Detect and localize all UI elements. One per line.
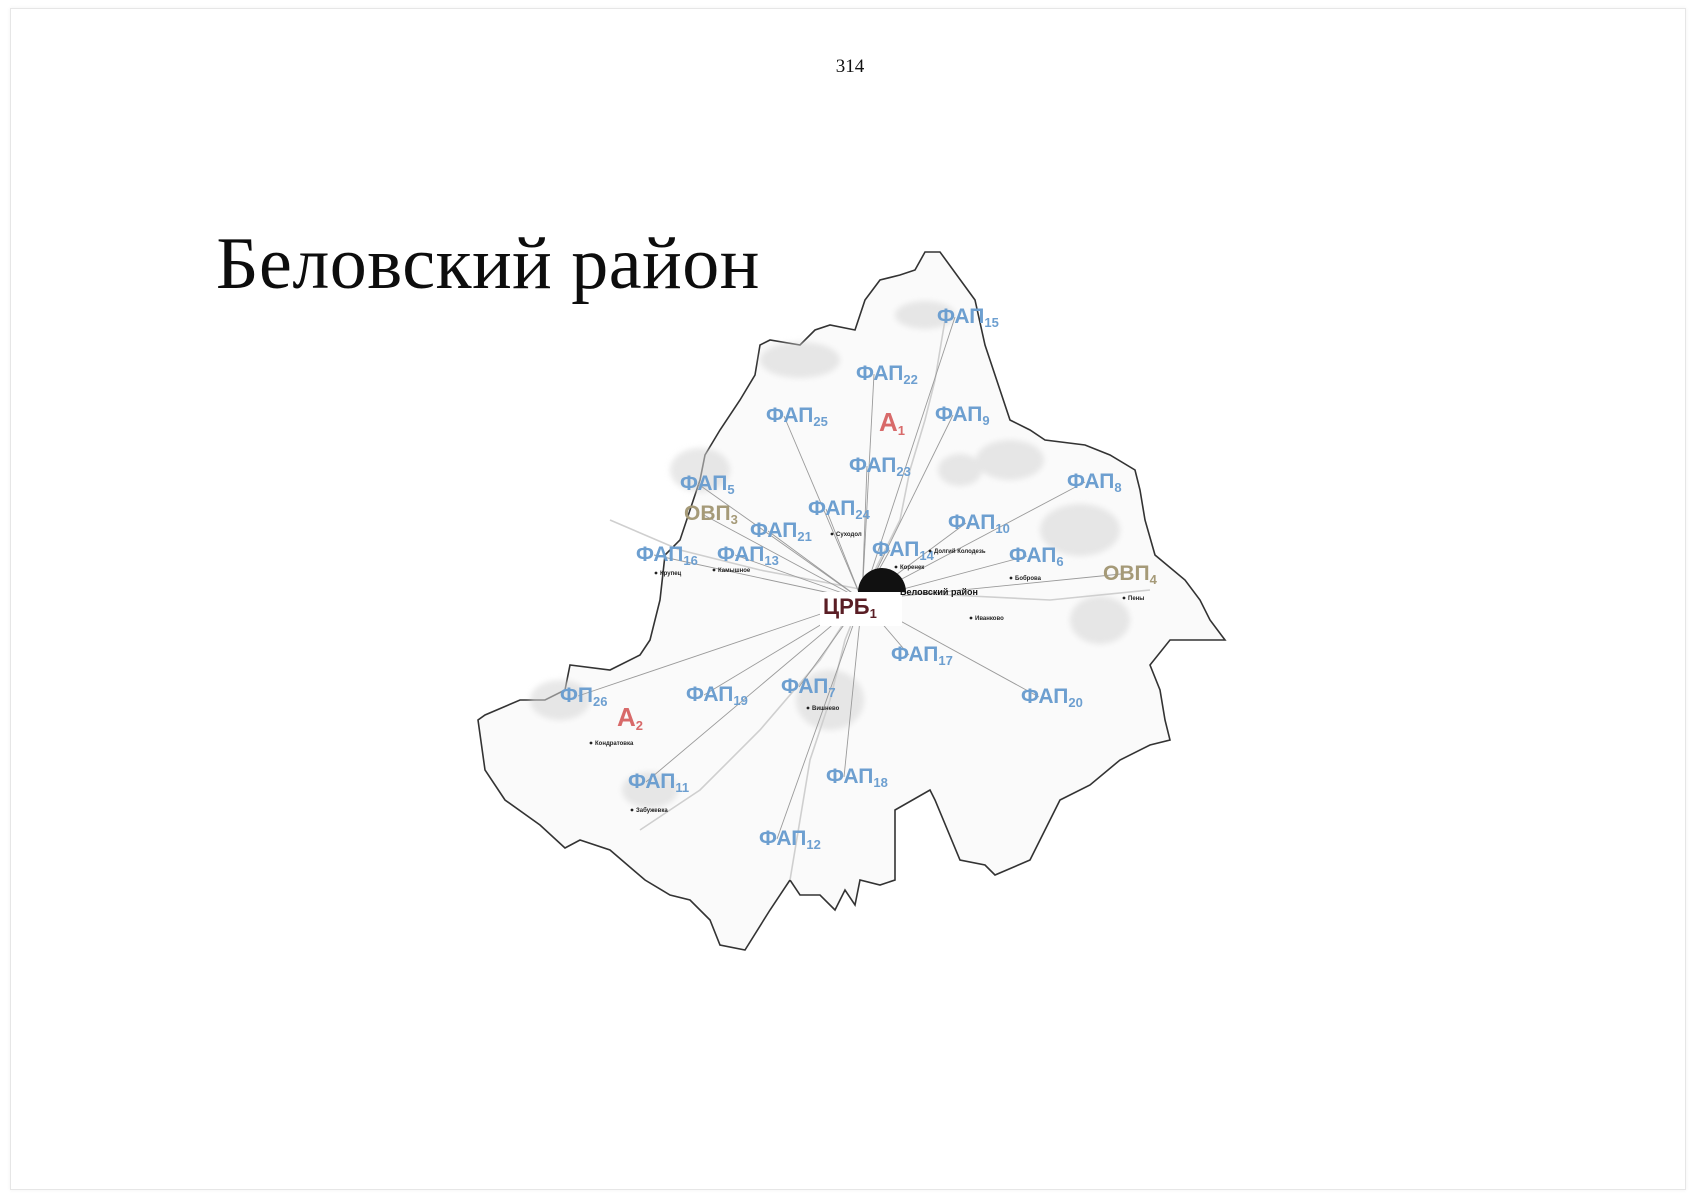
village-dot — [806, 706, 810, 710]
village-label: Забужевка — [636, 807, 668, 814]
village-dot — [589, 741, 593, 745]
facility-ovp-4: ОВП4 — [1103, 562, 1158, 587]
village-dot — [630, 808, 634, 812]
village-label: Крупец — [660, 571, 682, 577]
village-dot — [830, 532, 834, 536]
village-label: Долгий Колодезь — [934, 548, 986, 555]
village-dot — [969, 616, 973, 620]
village-label: Вишнево — [812, 706, 840, 712]
hub-label: ЦРБ1 — [823, 594, 877, 621]
facility-fap-7: ФАП7 — [781, 675, 836, 700]
village-dot — [1122, 596, 1126, 600]
facility-fap-9: ФАП9 — [935, 403, 990, 428]
village-label: Суходол — [836, 532, 862, 538]
facility-fap-15: ФАП15 — [937, 305, 999, 330]
facility-fap-6: ФАП6 — [1009, 544, 1064, 569]
village-dot — [1009, 576, 1013, 580]
village-dot — [712, 568, 716, 572]
village-label: Иванково — [975, 616, 1004, 622]
village-dot — [654, 571, 658, 575]
village-label: Кондратовка — [595, 741, 634, 747]
village-dot — [928, 549, 932, 553]
district-map: ФАП15ФАП22ФАП25 ФАП9А1ФАП23 ФАП8ФАП5ОВП3 ФА… — [477, 251, 1227, 951]
village-dot — [894, 565, 898, 569]
village-label: Пены — [1128, 596, 1144, 602]
facility-fap-8: ФАП8 — [1067, 470, 1122, 495]
district-label: Беловский район — [900, 587, 978, 597]
village-label: Боброва — [1015, 575, 1042, 582]
facility-fap-5: ФАП5 — [680, 472, 735, 497]
facility-ovp-3: ОВП3 — [684, 502, 738, 527]
village-label: Камышное — [718, 568, 751, 574]
village-label: Коренек — [900, 565, 924, 571]
